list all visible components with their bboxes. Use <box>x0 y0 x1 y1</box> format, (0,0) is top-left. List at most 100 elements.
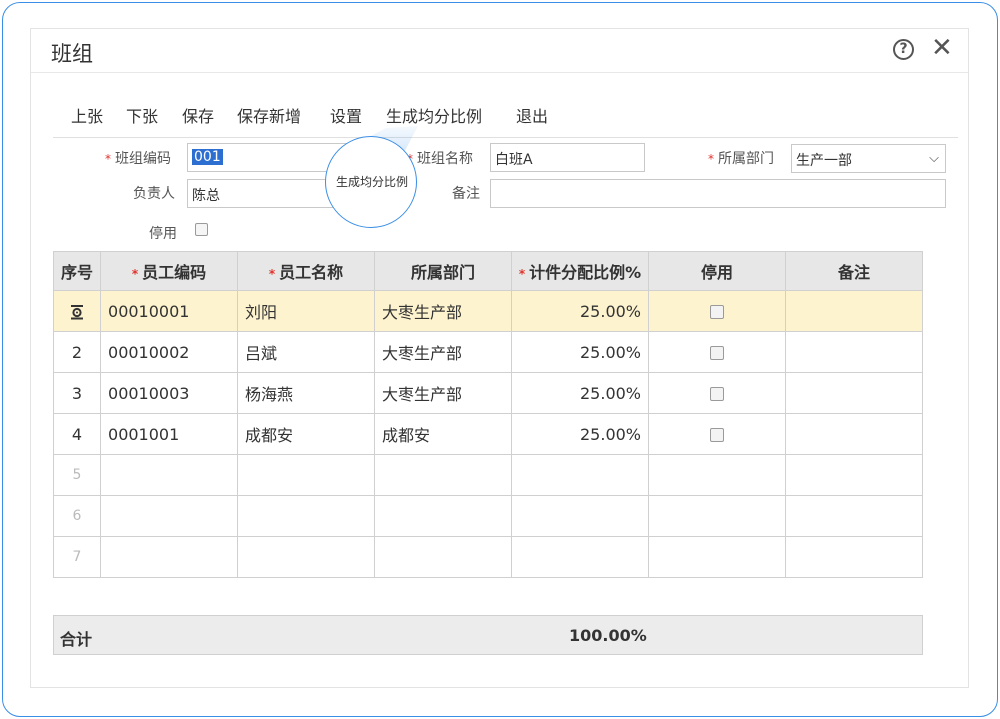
empty-cell[interactable] <box>648 454 787 496</box>
empty-cell[interactable] <box>374 495 513 537</box>
empty-cell[interactable] <box>237 454 376 496</box>
empty-cell[interactable] <box>237 495 376 537</box>
employee-grid: 序号 * 员工编码 * 员工名称 所属部门 * 计件分配比例% 停用 备注 00… <box>52 251 924 578</box>
col-header-name-text: 员工名称 <box>279 263 344 282</box>
empty-cell[interactable] <box>511 536 650 578</box>
row-marker-cell[interactable] <box>52 290 102 332</box>
row-number-cell: 2 <box>52 331 102 373</box>
dialog-title: 班组 <box>51 42 93 66</box>
table-row[interactable]: 00010001 刘阳 大枣生产部 25.00% <box>52 290 924 332</box>
row-disabled-checkbox[interactable] <box>710 305 725 319</box>
help-icon[interactable]: ? <box>893 39 914 60</box>
employee-dept-cell[interactable]: 大枣生产部 <box>374 331 513 373</box>
settings-button[interactable]: 设置 <box>330 103 362 127</box>
empty-row[interactable]: 6 <box>52 495 924 537</box>
toolbar-divider <box>53 137 958 138</box>
disabled-cell <box>648 413 787 455</box>
col-header-ratio-text: 计件分配比例% <box>529 263 642 282</box>
empty-cell[interactable] <box>648 495 787 537</box>
required-mark: * <box>131 267 139 281</box>
col-header-dept[interactable]: 所属部门 <box>374 251 513 291</box>
col-header-name[interactable]: * 员工名称 <box>237 251 376 291</box>
employee-code-cell[interactable]: 00010002 <box>100 331 239 373</box>
callout-text: 生成均分比例 <box>335 175 408 189</box>
disabled-cell <box>648 290 787 332</box>
disabled-checkbox[interactable] <box>195 223 208 236</box>
empty-cell[interactable] <box>785 536 924 578</box>
ratio-cell[interactable]: 25.00% <box>511 413 650 455</box>
employee-dept-cell[interactable]: 大枣生产部 <box>374 290 513 332</box>
chevron-down-icon: ⌵ <box>929 151 939 166</box>
empty-row[interactable]: 5 <box>52 454 924 496</box>
team-code-label: * 班组编码 <box>105 148 171 168</box>
col-header-disabled[interactable]: 停用 <box>648 251 787 291</box>
save-button[interactable]: 保存 <box>182 103 214 127</box>
disabled-cell <box>648 372 787 414</box>
leader-value: 陈总 <box>192 188 220 204</box>
employee-name-cell[interactable]: 成都安 <box>237 413 376 455</box>
col-header-no[interactable]: 序号 <box>52 251 102 291</box>
prev-record-button[interactable]: 上张 <box>71 103 103 127</box>
total-label: 合计 <box>60 630 93 649</box>
next-record-button[interactable]: 下张 <box>126 103 158 127</box>
col-header-code-text: 员工编码 <box>142 263 207 282</box>
empty-cell[interactable] <box>237 536 376 578</box>
employee-code-cell[interactable]: 0001001 <box>100 413 239 455</box>
department-label-text: 所属部门 <box>718 151 774 167</box>
empty-cell[interactable] <box>374 454 513 496</box>
employee-code-cell[interactable]: 00010003 <box>100 372 239 414</box>
empty-cell[interactable] <box>100 495 239 537</box>
remark-cell[interactable] <box>785 331 924 373</box>
row-disabled-checkbox[interactable] <box>710 387 725 401</box>
empty-cell[interactable] <box>374 536 513 578</box>
row-number-cell: 7 <box>52 536 102 578</box>
col-header-code[interactable]: * 员工编码 <box>100 251 239 291</box>
row-number-cell: 6 <box>52 495 102 537</box>
row-number-cell: 5 <box>52 454 102 496</box>
employee-name-cell[interactable]: 刘阳 <box>237 290 376 332</box>
title-bar: 班组 ? ✕ <box>31 29 968 73</box>
empty-cell[interactable] <box>100 536 239 578</box>
employee-dept-cell[interactable]: 成都安 <box>374 413 513 455</box>
row-number-cell: 3 <box>52 372 102 414</box>
ratio-cell[interactable]: 25.00% <box>511 372 650 414</box>
team-name-input[interactable]: 白班A <box>490 143 645 172</box>
ratio-cell[interactable]: 25.00% <box>511 331 650 373</box>
empty-cell[interactable] <box>648 536 787 578</box>
empty-cell[interactable] <box>511 495 650 537</box>
employee-name-cell[interactable]: 吕斌 <box>237 331 376 373</box>
team-code-input[interactable]: 001 <box>187 143 347 172</box>
empty-row[interactable]: 7 <box>52 536 924 578</box>
empty-cell[interactable] <box>785 495 924 537</box>
total-bar: 合计 100.00% <box>53 615 923 655</box>
col-header-remark[interactable]: 备注 <box>785 251 924 291</box>
generate-ratio-button[interactable]: 生成均分比例 <box>386 103 482 127</box>
remark-input[interactable] <box>490 179 946 208</box>
remark-cell[interactable] <box>785 413 924 455</box>
col-header-ratio[interactable]: * 计件分配比例% <box>511 251 650 291</box>
empty-cell[interactable] <box>100 454 239 496</box>
required-mark: * <box>268 267 276 281</box>
employee-name-cell[interactable]: 杨海燕 <box>237 372 376 414</box>
empty-cell[interactable] <box>511 454 650 496</box>
row-disabled-checkbox[interactable] <box>710 428 725 442</box>
table-row[interactable]: 2 00010002 吕斌 大枣生产部 25.00% <box>52 331 924 373</box>
department-select[interactable]: 生产一部 ⌵ <box>791 144 946 173</box>
team-name-label: *班组名称 <box>407 148 473 168</box>
team-code-value: 001 <box>192 149 223 165</box>
table-row[interactable]: 3 00010003 杨海燕 大枣生产部 25.00% <box>52 372 924 414</box>
employee-dept-cell[interactable]: 大枣生产部 <box>374 372 513 414</box>
empty-cell[interactable] <box>785 454 924 496</box>
row-number-cell: 4 <box>52 413 102 455</box>
remark-cell[interactable] <box>785 290 924 332</box>
remark-cell[interactable] <box>785 372 924 414</box>
employee-code-cell[interactable]: 00010001 <box>100 290 239 332</box>
ratio-cell[interactable]: 25.00% <box>511 290 650 332</box>
save-and-new-button[interactable]: 保存新增 <box>237 103 301 127</box>
close-icon[interactable]: ✕ <box>931 33 953 63</box>
leader-input[interactable]: 陈总 <box>187 179 347 208</box>
row-disabled-checkbox[interactable] <box>710 346 725 360</box>
current-row-icon <box>71 304 83 320</box>
table-row[interactable]: 4 0001001 成都安 成都安 25.00% <box>52 413 924 455</box>
exit-button[interactable]: 退出 <box>516 103 548 127</box>
